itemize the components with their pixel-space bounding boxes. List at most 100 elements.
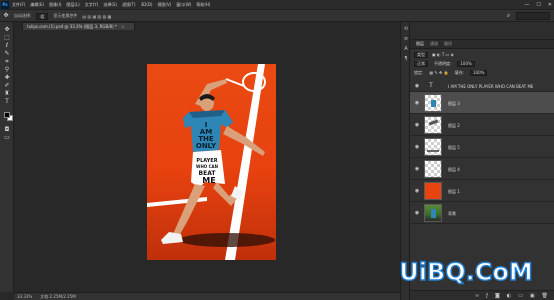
search-icon[interactable]: ⌕ [505,12,512,19]
layer-row-3[interactable]: ◉ 图层 3 [410,92,554,114]
options-bar: ✥ 自动选择: 组 显示变换控件 ▤ ▥ ▦ ▧ ▨ ▩ ⌕ [0,10,554,22]
photoshop-logo: Ps [1,1,9,9]
tab-paths[interactable]: 路径 [444,41,452,47]
player-shoe-left [161,232,183,244]
visibility-eye-icon[interactable]: ◉ [414,144,420,150]
fx-icon[interactable]: ƒ [486,293,488,299]
close-button[interactable]: ✕ [548,1,552,9]
window-controls: — ☐ ✕ [524,1,552,9]
properties-icon[interactable]: ≡ [403,36,409,42]
opacity-input[interactable]: 100% [457,60,475,67]
auto-select-dropdown[interactable]: 组 [36,12,49,20]
layer-thumbnail [424,182,442,200]
menu-help[interactable]: 帮助(H) [196,1,210,9]
layer-thumbnail [424,204,442,222]
canvas-artwork[interactable]: I AM THE ONLY PLAYER WHO CAN BEAT ME [147,64,276,260]
character-icon[interactable]: A [403,46,409,52]
maximize-button[interactable]: ☐ [536,1,540,9]
menu-layer[interactable]: 图层(L) [66,1,79,9]
layer-name: 图层 5 [448,145,460,150]
foreground-color-swatch[interactable] [4,112,10,118]
fill-input[interactable]: 100% [470,69,488,76]
eyedropper-icon[interactable]: ⚲ [3,66,11,73]
menu-select[interactable]: 选择(S) [103,1,117,9]
visibility-eye-icon[interactable]: ◉ [414,100,420,106]
layer-row-2[interactable]: ◉ 图层 2 [410,114,554,136]
document-tab[interactable]: tulips.com.(1).psd @ 33.3% (图层 3, RGB/8)… [22,22,136,30]
visibility-eye-icon[interactable]: ◉ [414,188,420,194]
quick-mask-icon[interactable]: ◘ [3,126,11,133]
layer-thumbnail [424,94,442,112]
layer-row-text[interactable]: ◉ T I AM THE ONLY PLAYER WHO CAN BEAT ME [410,80,554,92]
align-icons[interactable]: ▤ ▥ ▦ ▧ ▨ ▩ [82,14,111,19]
menu-edit[interactable]: 编辑(E) [30,1,44,9]
mask-icon[interactable]: ◙ [495,293,500,299]
close-tab-icon[interactable]: × [121,24,124,29]
text-layer-icon: T [429,82,433,89]
menu-3d[interactable]: 3D(D) [141,1,153,9]
transform-controls-label[interactable]: 显示变换控件 [53,13,77,19]
menu-image[interactable]: 图像(I) [49,1,61,9]
panel-top-area [410,22,554,40]
menu-window[interactable]: 窗口(W) [176,1,191,9]
brush-icon[interactable]: ✐ [3,82,11,89]
menu-items: 文件(F) 编辑(E) 图像(I) 图层(L) 文字(Y) 选择(S) 滤镜(T… [12,1,210,9]
layer-row-1[interactable]: ◉ 图层 1 [410,180,554,202]
quick-select-icon[interactable]: ✎ [3,50,11,57]
screen-mode-icon[interactable]: ▭ [3,134,11,141]
visibility-eye-icon[interactable]: ◉ [414,83,420,89]
watermark-text: UiBQ.CoM [399,258,533,286]
fill-label: 填充: [454,69,464,75]
healing-brush-icon[interactable]: ✚ [3,74,11,81]
filter-icons[interactable]: ▣ ◐ T ▭ ◈ [432,52,454,57]
layer-name: 图层 3 [448,101,460,106]
lock-icons[interactable]: ▦ ✎ ✥ 🔒 [429,70,448,75]
new-layer-icon[interactable]: ▣ [530,293,535,299]
options-row: 自动选择: 组 显示变换控件 ▤ ▥ ▦ ▧ ▨ ▩ [14,12,111,20]
paragraph-icon[interactable]: ¶ [403,56,409,62]
layer-row-5[interactable]: ◉ 图层 5 [410,136,554,158]
shorts-text-4: ME [202,176,215,185]
layer-row-background[interactable]: ◉ 背景 [410,202,554,224]
zoom-level[interactable]: 33.33% [17,294,32,299]
stamp-icon[interactable]: ♜ [3,90,11,97]
layer-name: I AM THE ONLY PLAYER WHO CAN BEAT ME [448,84,534,89]
lock-fill-row: 锁定: ▦ ✎ ✥ 🔒 填充: 100% [414,69,488,76]
layer-name: 背景 [448,211,456,216]
menu-filter[interactable]: 滤镜(T) [122,1,136,9]
trash-icon[interactable]: 🗑 [542,293,548,299]
document-title: tulips.com.(1).psd @ 33.3% (图层 3, RGB/8)… [27,24,117,29]
menu-type[interactable]: 文字(Y) [85,1,99,9]
layer-thumbnail [424,138,442,156]
history-icon[interactable]: ⟲ [403,26,409,32]
layer-name: 图层 2 [448,123,460,128]
blend-mode-dropdown[interactable]: 正常 [414,60,428,67]
minimize-button[interactable]: — [524,1,529,9]
watermark: UiBQ.CoM [381,257,551,287]
marquee-icon[interactable]: ⬚ [3,34,11,41]
move-icon[interactable]: ✥ [3,26,11,33]
link-icon[interactable]: ∞ [475,293,479,299]
layer-thumbnail [424,116,442,134]
folder-icon[interactable]: ▭ [518,293,523,299]
tab-layers[interactable]: 图层 [416,41,424,47]
visibility-eye-icon[interactable]: ◉ [414,166,420,172]
adjustment-icon[interactable]: ◐ [507,293,511,299]
menu-file[interactable]: 文件(F) [12,1,25,9]
filter-kind-dropdown[interactable]: 类型 [414,51,428,58]
racket-handle [225,78,245,87]
layer-row-4[interactable]: ◉ 图层 4 [410,158,554,180]
visibility-eye-icon[interactable]: ◉ [414,210,420,216]
move-tool-icon[interactable]: ✥ [2,12,10,20]
layer-list: ◉ T I AM THE ONLY PLAYER WHO CAN BEAT ME… [410,80,554,255]
tab-channels[interactable]: 通道 [430,41,438,47]
text-tool-icon[interactable]: T [3,98,11,105]
visibility-eye-icon[interactable]: ◉ [414,122,420,128]
menu-view[interactable]: 视图(V) [157,1,171,9]
lasso-icon[interactable]: ℓ [3,42,11,49]
workspace-dropdown[interactable] [516,12,550,20]
toolbar: ✥ ⬚ ℓ ✎ ⌗ ⚲ ✚ ✐ ♜ T ◘ ▭ [0,22,14,292]
layer-name: 图层 4 [448,167,460,172]
court-line-diagonal [225,64,265,260]
crop-icon[interactable]: ⌗ [3,58,11,65]
